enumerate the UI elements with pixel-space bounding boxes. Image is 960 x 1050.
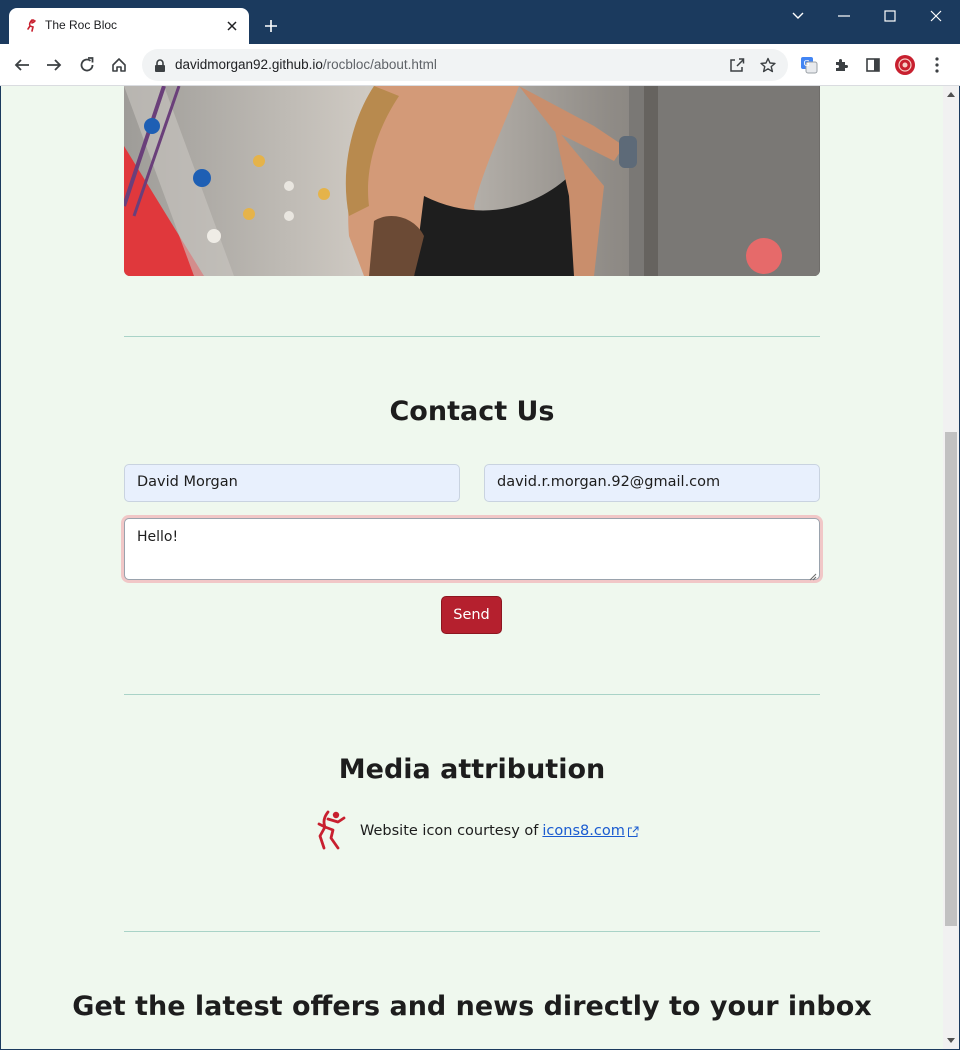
extensions-puzzle-icon[interactable]: [829, 53, 853, 77]
resize-grip-icon[interactable]: [809, 569, 817, 581]
scroll-down-arrow-icon[interactable]: [943, 1032, 959, 1049]
climber-favicon-icon: [23, 17, 41, 35]
scrollbar-thumb[interactable]: [945, 432, 957, 926]
maximize-icon[interactable]: [877, 6, 903, 26]
send-button[interactable]: Send: [441, 596, 502, 634]
home-icon[interactable]: [107, 53, 131, 77]
bookmark-star-icon[interactable]: [759, 56, 777, 74]
translate-icon[interactable]: G: [797, 53, 821, 77]
side-panel-icon[interactable]: [861, 53, 885, 77]
scroll-up-arrow-icon[interactable]: [943, 86, 959, 103]
url-host: davidmorgan92.github.io: [175, 57, 323, 72]
svg-text:G: G: [804, 59, 810, 68]
share-icon[interactable]: [728, 56, 746, 74]
menu-kebab-icon[interactable]: [925, 53, 949, 77]
newsletter-title: Get the latest offers and news directly …: [72, 991, 872, 1022]
close-window-icon[interactable]: [923, 6, 949, 26]
page-viewport: Contact Us David Morgan david.r.morgan.9…: [1, 86, 943, 1049]
message-text: Hello!: [137, 529, 179, 545]
page-scrollbar[interactable]: [943, 86, 959, 1049]
close-tab-icon[interactable]: [223, 17, 241, 35]
climbing-hero-image: [124, 86, 820, 276]
external-link-icon[interactable]: [627, 823, 639, 837]
browser-titlebar: The Roc Bloc: [0, 0, 960, 44]
url-text[interactable]: davidmorgan92.github.io/rocbloc/about.ht…: [175, 57, 437, 72]
icons8-link[interactable]: icons8.com: [542, 823, 624, 839]
attribution-row: Website icon courtesy of icons8.com: [314, 808, 639, 854]
media-attribution-title: Media attribution: [338, 754, 606, 785]
url-path: /rocbloc/about.html: [322, 57, 437, 72]
section-divider: [124, 336, 820, 337]
section-divider: [124, 694, 820, 695]
name-input[interactable]: David Morgan: [124, 464, 460, 502]
address-bar[interactable]: davidmorgan92.github.io/rocbloc/about.ht…: [142, 49, 788, 81]
browser-toolbar: davidmorgan92.github.io/rocbloc/about.ht…: [0, 44, 960, 86]
minimize-icon[interactable]: [831, 6, 857, 26]
profile-avatar[interactable]: [893, 53, 917, 77]
tab-title: The Roc Bloc: [45, 18, 118, 32]
lock-icon[interactable]: [154, 58, 168, 72]
tab-search-chevron-icon[interactable]: [785, 6, 811, 26]
reload-icon[interactable]: [75, 53, 99, 77]
email-input[interactable]: david.r.morgan.92@gmail.com: [484, 464, 820, 502]
new-tab-icon[interactable]: [260, 15, 282, 37]
contact-title: Contact Us: [389, 396, 555, 427]
message-textarea[interactable]: Hello!: [124, 518, 820, 581]
back-arrow-icon[interactable]: [10, 53, 34, 77]
forward-arrow-icon[interactable]: [42, 53, 66, 77]
attribution-text: Website icon courtesy of: [360, 823, 539, 839]
section-divider: [124, 931, 820, 932]
climber-logo-icon: [314, 808, 348, 854]
browser-tab[interactable]: The Roc Bloc: [9, 8, 249, 44]
